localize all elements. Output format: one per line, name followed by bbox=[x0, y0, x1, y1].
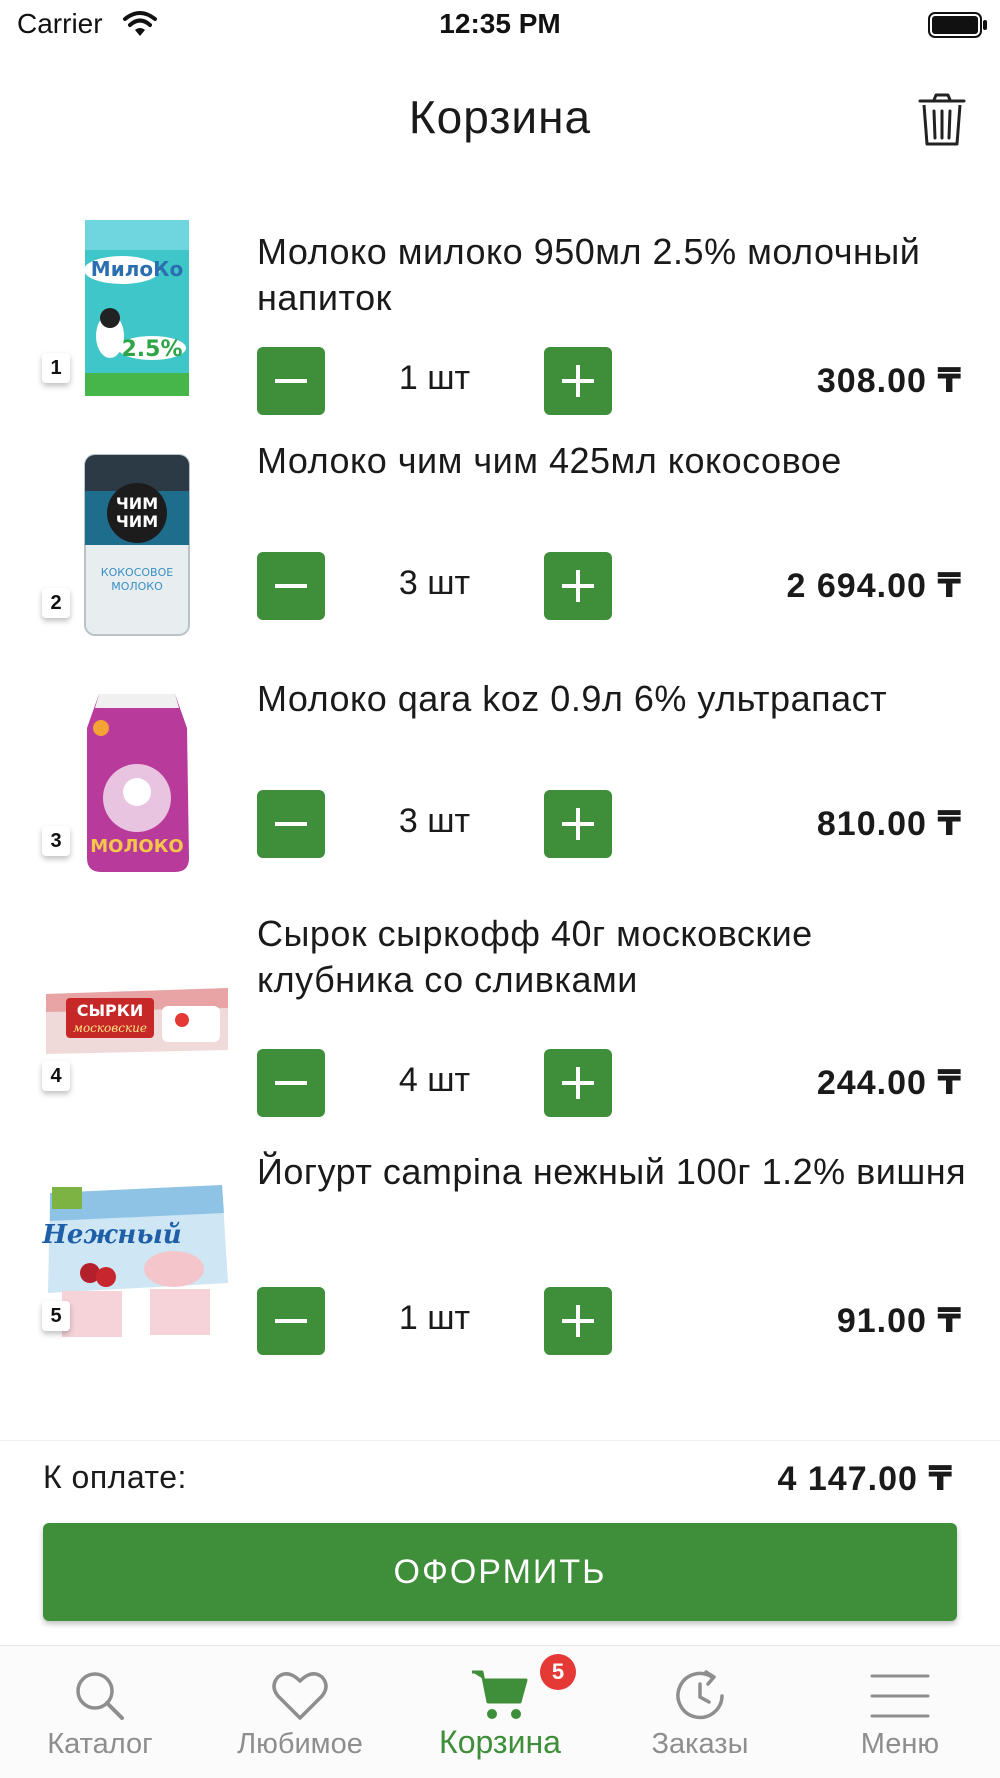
decrease-quantity-button[interactable] bbox=[257, 790, 325, 858]
item-name: Йогурт campina нежный 100г 1.2% вишня bbox=[257, 1151, 967, 1192]
status-bar: Carrier 12:35 PM bbox=[0, 0, 1000, 50]
product-image: МОЛОКО bbox=[42, 688, 232, 878]
svg-text:МОЛОКО: МОЛОКО bbox=[111, 580, 163, 593]
svg-text:ЧИМ: ЧИМ bbox=[116, 494, 158, 513]
clear-cart-button[interactable] bbox=[912, 90, 972, 150]
tab-label: Каталог bbox=[47, 1728, 153, 1760]
increase-quantity-button[interactable] bbox=[544, 347, 612, 415]
cart-item: Нежный 5 Йогурт campina нежный 100г 1.2%… bbox=[0, 1151, 1000, 1383]
quantity-stepper: 4 шт 244.00 ₸ bbox=[257, 1049, 962, 1117]
item-index-badge: 3 bbox=[42, 826, 70, 856]
item-price: 244.00 ₸ bbox=[816, 1064, 962, 1102]
page-title: Корзина bbox=[408, 91, 592, 143]
tab-bar: Каталог Любимое Корзина 5 Заказы Меню bbox=[0, 1645, 1000, 1778]
quantity-stepper: 3 шт 2 694.00 ₸ bbox=[257, 552, 962, 620]
plus-icon bbox=[562, 808, 594, 840]
plus-icon bbox=[562, 1067, 594, 1099]
product-image: СЫРКИ московские bbox=[42, 925, 232, 1115]
cart-item: МОЛОКО 3 Молоко qara koz 0.9л 6% ультрап… bbox=[0, 678, 1000, 908]
battery-icon bbox=[928, 12, 987, 38]
minus-icon bbox=[275, 822, 307, 826]
svg-text:2.5%: 2.5% bbox=[121, 337, 182, 362]
svg-text:Нежный: Нежный bbox=[42, 1220, 182, 1250]
tab-label: Корзина bbox=[439, 1724, 561, 1760]
order-summary: К оплате: 4 147.00 ₸ ОФОРМИТЬ bbox=[0, 1440, 1000, 1640]
total-label: К оплате: bbox=[43, 1459, 187, 1495]
tab-orders[interactable]: Заказы bbox=[600, 1646, 800, 1778]
item-price: 308.00 ₸ bbox=[816, 362, 962, 400]
item-quantity: 4 шт bbox=[398, 1061, 471, 1099]
svg-text:московские: московские bbox=[73, 1021, 147, 1035]
item-quantity: 3 шт bbox=[398, 564, 471, 602]
svg-text:ЧИМ: ЧИМ bbox=[116, 512, 158, 531]
status-time: 12:35 PM bbox=[439, 8, 561, 39]
cart-item: ЧИМ ЧИМ КОКОСОВОЕ МОЛОКО 2 Молоко чим чи… bbox=[0, 440, 1000, 670]
item-name: Молоко милоко 950мл 2.5% молочный напито… bbox=[257, 231, 921, 318]
increase-quantity-button[interactable] bbox=[544, 790, 612, 858]
cart-count-badge: 5 bbox=[540, 1654, 576, 1690]
heart-icon bbox=[272, 1672, 328, 1720]
cart-item: СЫРКИ московские 4 Сырок сыркофф 40г мос… bbox=[0, 913, 1000, 1145]
decrease-quantity-button[interactable] bbox=[257, 347, 325, 415]
item-price: 91.00 ₸ bbox=[836, 1302, 962, 1340]
item-quantity: 1 шт bbox=[398, 1299, 471, 1337]
plus-icon bbox=[562, 365, 594, 397]
item-index-badge: 4 bbox=[42, 1061, 70, 1091]
tab-label: Меню bbox=[860, 1728, 940, 1760]
increase-quantity-button[interactable] bbox=[544, 1287, 612, 1355]
trash-icon bbox=[918, 93, 966, 146]
item-price: 2 694.00 ₸ bbox=[786, 567, 962, 605]
clock-icon bbox=[676, 1670, 724, 1720]
item-name: Сырок сыркофф 40г московские клубника со… bbox=[257, 913, 813, 1000]
cart-icon bbox=[472, 1670, 528, 1719]
quantity-stepper: 1 шт 308.00 ₸ bbox=[257, 347, 962, 415]
item-index-badge: 1 bbox=[42, 353, 70, 383]
svg-text:МилоКо: МилоКо bbox=[91, 257, 183, 281]
plus-icon bbox=[562, 1305, 594, 1337]
minus-icon bbox=[275, 379, 307, 383]
total-value: 4 147.00 ₸ bbox=[777, 1460, 953, 1498]
item-quantity: 3 шт bbox=[398, 802, 471, 840]
minus-icon bbox=[275, 1319, 307, 1323]
tab-favorites[interactable]: Любимое bbox=[200, 1646, 400, 1778]
plus-icon bbox=[562, 570, 594, 602]
increase-quantity-button[interactable] bbox=[544, 1049, 612, 1117]
decrease-quantity-button[interactable] bbox=[257, 1049, 325, 1117]
quantity-stepper: 1 шт 91.00 ₸ bbox=[257, 1287, 962, 1355]
minus-icon bbox=[275, 584, 307, 588]
tab-catalog[interactable]: Каталог bbox=[0, 1646, 200, 1778]
header: Корзина bbox=[0, 70, 1000, 160]
item-index-badge: 5 bbox=[42, 1301, 70, 1331]
tab-label: Заказы bbox=[651, 1728, 749, 1760]
product-image: Нежный bbox=[42, 1163, 232, 1353]
svg-text:МОЛОКО: МОЛОКО bbox=[90, 836, 183, 857]
svg-text:СЫРКИ: СЫРКИ bbox=[77, 1001, 144, 1020]
tab-label: Любимое bbox=[237, 1728, 363, 1760]
increase-quantity-button[interactable] bbox=[544, 552, 612, 620]
tab-menu[interactable]: Меню bbox=[800, 1646, 1000, 1778]
item-name: Молоко qara koz 0.9л 6% ультрапаст bbox=[257, 678, 888, 719]
decrease-quantity-button[interactable] bbox=[257, 1287, 325, 1355]
menu-icon bbox=[870, 1674, 930, 1718]
item-index-badge: 2 bbox=[42, 588, 70, 618]
svg-text:КОКОСОВОЕ: КОКОСОВОЕ bbox=[101, 566, 173, 579]
item-quantity: 1 шт bbox=[398, 359, 471, 397]
item-name: Молоко чим чим 425мл кокосовое bbox=[257, 440, 842, 481]
checkout-button[interactable]: ОФОРМИТЬ bbox=[43, 1523, 957, 1621]
product-image: МилоКо 2.5% bbox=[42, 213, 232, 403]
quantity-stepper: 3 шт 810.00 ₸ bbox=[257, 790, 962, 858]
cart-item: МилоКо 2.5% 1 Молоко милоко 950мл 2.5% м… bbox=[0, 215, 1000, 435]
minus-icon bbox=[275, 1081, 307, 1085]
product-image: ЧИМ ЧИМ КОКОСОВОЕ МОЛОКО bbox=[42, 450, 232, 640]
item-price: 810.00 ₸ bbox=[816, 805, 962, 843]
decrease-quantity-button[interactable] bbox=[257, 552, 325, 620]
search-icon bbox=[76, 1672, 124, 1720]
